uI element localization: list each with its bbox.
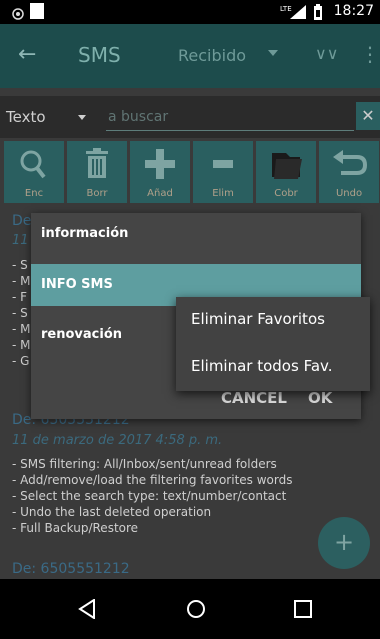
find-button[interactable]: Enc xyxy=(4,141,64,203)
menu-item-eliminar-todos-fav[interactable]: Eliminar todos Fav. xyxy=(176,344,370,390)
collect-label: Cobr xyxy=(274,188,298,199)
menu-item-eliminar-favoritos[interactable]: Eliminar Favoritos xyxy=(176,297,370,343)
ok-button[interactable]: OK xyxy=(308,389,332,407)
back-arrow-icon[interactable]: ← xyxy=(18,42,36,67)
app-notification-icon xyxy=(30,3,44,23)
cancel-button[interactable]: CANCEL xyxy=(221,389,287,407)
double-chevron-down-icon[interactable]: ∨∨ xyxy=(315,44,338,63)
navigation-bar xyxy=(0,579,380,639)
search-row: Texto ✕ xyxy=(0,96,380,138)
recents-nav-icon[interactable] xyxy=(294,600,312,622)
message-date: 11 xyxy=(12,233,29,248)
clock: 18:27 xyxy=(333,3,374,19)
app-title: SMS xyxy=(78,43,121,67)
battery-icon xyxy=(313,4,323,24)
network-type-label: LTE xyxy=(280,5,292,13)
search-icon xyxy=(4,147,64,181)
find-label: Enc xyxy=(24,188,44,199)
add-fab-button[interactable]: + xyxy=(318,517,370,569)
popup-menu: Eliminar Favoritos Eliminar todos Fav. xyxy=(176,297,370,391)
back-nav-icon[interactable] xyxy=(78,598,96,623)
delete-button[interactable]: Borr xyxy=(67,141,127,203)
undo-button[interactable]: Undo xyxy=(319,141,379,203)
message-sender: De: 6505551212 xyxy=(12,561,130,577)
signal-icon: LTE xyxy=(280,3,308,23)
status-bar: LTE 18:27 xyxy=(0,0,380,24)
message-body: - S - M - F - S - M - M - G xyxy=(12,258,31,368)
more-options-icon[interactable]: ⋮ xyxy=(360,42,380,66)
remove-button[interactable]: Elim xyxy=(193,141,253,203)
undo-icon xyxy=(319,147,379,181)
search-type-select[interactable]: Texto xyxy=(6,108,46,126)
folder-icon xyxy=(256,147,316,181)
chevron-down-icon[interactable] xyxy=(268,50,278,56)
search-input[interactable] xyxy=(106,104,354,131)
home-nav-icon[interactable] xyxy=(186,599,206,623)
close-icon[interactable]: ✕ xyxy=(356,102,380,130)
trash-icon xyxy=(67,147,127,181)
chevron-down-icon[interactable] xyxy=(78,115,86,120)
undo-label: Undo xyxy=(335,188,363,199)
notification-icon xyxy=(12,5,24,24)
collect-button[interactable]: Cobr xyxy=(256,141,316,203)
minus-icon xyxy=(193,147,253,181)
add-button[interactable]: Añad xyxy=(130,141,190,203)
add-label: Añad xyxy=(147,188,173,199)
plus-icon xyxy=(130,147,190,181)
delete-label: Borr xyxy=(86,188,108,199)
app-bar: ← SMS Recibido ∨∨ ⋮ xyxy=(0,24,380,88)
message-date: 11 de marzo de 2017 4:58 p. m. xyxy=(12,433,223,448)
remove-label: Elim xyxy=(212,188,234,199)
folder-select[interactable]: Recibido xyxy=(178,46,246,65)
message-body: - SMS filtering: All/Inbox/sent/unread f… xyxy=(12,457,293,535)
dialog-item-informacion[interactable]: información xyxy=(31,213,361,255)
